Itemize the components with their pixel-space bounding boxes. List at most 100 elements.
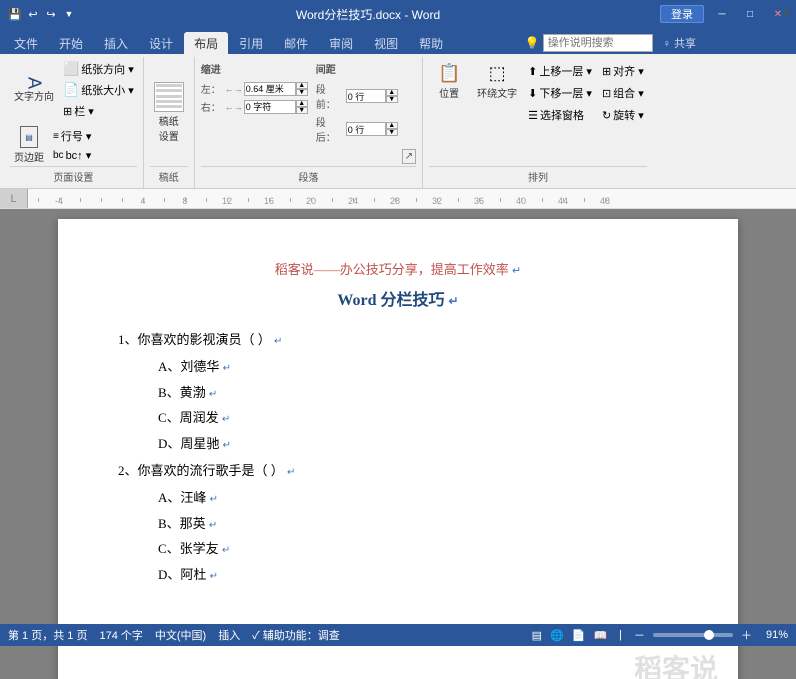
hyphenation-button[interactable]: bc bc↑ ▾ [50,147,94,164]
line-numbers-button[interactable]: ≡ 行号 ▾ [50,126,94,146]
columns-button[interactable]: ⊞ 栏 ▾ [60,101,137,121]
indent-left-down[interactable]: ▼ [296,89,308,96]
space-bottom-down[interactable]: ▼ [386,129,398,136]
tab-view[interactable]: 视图 [364,32,408,54]
login-button[interactable]: 登录 [660,5,704,23]
zoom-slider[interactable] [653,633,733,637]
rotate-button[interactable]: ↻ 旋转 ▾ [599,105,647,125]
indent-right-down[interactable]: ▼ [296,107,308,114]
tab-layout[interactable]: 布局 [184,32,228,54]
indent-left-input[interactable] [244,82,296,96]
ribbon-group-arrange: 📋 位置 ⬚ 环绕文字 ⬆ 上移一层 ▾ ⬇ 下移一层 ▾ ☰ [423,57,653,188]
bring-forward-button[interactable]: ⬆ 上移一层 ▾ [525,61,595,81]
tab-mailings[interactable]: 邮件 [274,32,318,54]
ribbon-group-template: 稿纸设置 稿纸 [144,57,195,188]
indent-right-up[interactable]: ▲ [296,100,308,107]
wrap-text-button[interactable]: ⬚ 环绕文字 [473,61,521,102]
view-web-icon[interactable]: 🌐 [550,629,564,642]
paper-size-button[interactable]: 📄 纸张大小 ▾ [60,80,137,100]
q2-opt-b-text: B、那英 [158,516,206,531]
send-backward-button[interactable]: ⬇ 下移一层 ▾ [525,83,595,103]
question-1-option-a: A、刘德华 ↵ [118,355,678,378]
spell-check-status: ✓ 辅助功能：调查 [252,627,340,643]
ribbon-tabs: 文件 开始 插入 设计 布局 引用 邮件 审阅 视图 帮助 💡 ♀ 共享 [0,28,796,54]
view-print-icon[interactable]: 📄 [572,629,586,642]
redo-icon[interactable]: ↪ [44,7,58,21]
page-margins-label: 页边距 [14,149,44,164]
position-label: 位置 [439,85,459,100]
indent-right-input[interactable] [244,100,296,114]
document-title: Word分栏技巧.docx - Word [76,6,660,23]
document-page: 稻客说——办公技巧分享，提高工作效率 ↵ Word 分栏技巧 ↵ 1、你喜欢的影… [58,219,738,679]
share-button[interactable]: ♀ 共享 [663,35,696,51]
question-2-mark: ↵ [287,467,295,478]
document-header-text: 稻客说——办公技巧分享，提高工作效率 [275,262,509,277]
align-button[interactable]: ⊞ 对齐 ▾ [599,61,647,81]
margins-button[interactable]: ⬜ 纸张方向 ▾ [60,59,137,79]
manuscript-settings-button[interactable]: 稿纸设置 [150,80,188,145]
question-2-option-a: A、汪峰 ↵ [118,486,678,509]
position-button[interactable]: 📋 位置 [429,61,469,102]
tab-home[interactable]: 开始 [49,32,93,54]
space-top-down[interactable]: ▼ [386,96,398,103]
q1-opt-b-text: B、黄渤 [158,385,206,400]
question-1-option-b: B、黄渤 ↵ [118,381,678,404]
question-2-text: 2、你喜欢的流行歌手是（ ） [118,463,284,478]
paragraph-expand-icon[interactable]: ↗ [402,149,416,164]
insert-mode: 插入 [218,627,240,643]
status-bar-right: ▤ 🌐 📄 📖 | － ＋ 91% [532,627,788,643]
view-read-icon[interactable]: 📖 [593,629,607,642]
align-label: 对齐 ▾ [613,63,644,79]
space-top-up[interactable]: ▲ [386,89,398,96]
word-count: 174 个字 [99,627,142,643]
space-bottom-up[interactable]: ▲ [386,122,398,129]
ribbon-group-page-setup: A 文字方向 ⬜ 纸张方向 ▾ 📄 纸张大小 ▾ ⊞ 栏 ▾ [4,57,144,188]
indent-left-label: 左： [201,81,223,96]
line-numbers-label: 行号 ▾ [61,128,92,144]
status-bar-left: 第 1 页，共 1 页 174 个字 中文(中国) 插入 ✓ 辅助功能：调查 [8,627,340,643]
zoom-thumb[interactable] [704,630,714,640]
ruler-inner: -44812162024283236404448 [28,189,796,208]
indent-right-label: 右： [201,99,223,114]
indent-left-up[interactable]: ▲ [296,82,308,89]
tab-review[interactable]: 审阅 [319,32,363,54]
customize-icon[interactable]: ▼ [62,7,76,21]
undo-icon[interactable]: ↩ [26,7,40,21]
ribbon-content: A 文字方向 ⬜ 纸张方向 ▾ 📄 纸张大小 ▾ ⊞ 栏 ▾ [0,54,796,189]
paragraph-mark: ↵ [512,265,521,277]
tab-design[interactable]: 设计 [139,32,183,54]
question-1-text: 1、你喜欢的影视演员（ ） [118,332,271,347]
paper-size-label: 纸张大小 ▾ [81,82,134,98]
tab-references[interactable]: 引用 [229,32,273,54]
paragraph-group-label: 段落 [201,166,416,186]
zoom-plus-button[interactable]: ＋ [741,627,752,643]
restore-button[interactable]: □ [740,7,760,21]
selection-pane-button[interactable]: ☰ 选择窗格 [525,105,595,125]
tab-insert[interactable]: 插入 [94,32,138,54]
zoom-level[interactable]: 91% [760,629,788,641]
ruler: L -44812162024283236404448 [0,189,796,209]
group-label: 组合 ▾ [613,85,644,101]
separator: | [619,629,622,641]
search-input[interactable] [543,34,653,52]
group-button[interactable]: ⊡ 组合 ▾ [599,83,647,103]
collapse-ribbon-button[interactable]: ∧ [782,4,792,21]
text-direction-button[interactable]: A 文字方向 [10,66,58,114]
zoom-minus-button[interactable]: － [634,627,645,643]
question-2: 2、你喜欢的流行歌手是（ ） ↵ [118,459,678,482]
selection-pane-icon: ☰ [528,109,538,122]
space-bottom-input[interactable] [346,122,386,136]
page-margins-button[interactable]: ▤ 页边距 [10,124,48,166]
question-2-option-b: B、那英 ↵ [118,512,678,535]
minimize-button[interactable]: ─ [712,7,732,21]
view-normal-icon[interactable]: ▤ [532,629,542,642]
tab-file[interactable]: 文件 [4,32,48,54]
space-top-input[interactable] [346,89,386,103]
doc-title-content: Word 分栏技巧 [337,292,444,309]
bring-forward-label: 上移一层 ▾ [539,63,592,79]
save-icon[interactable]: 💾 [8,7,22,21]
manuscript-label: 稿纸设置 [159,113,179,143]
tab-help[interactable]: 帮助 [409,32,453,54]
page-info: 第 1 页，共 1 页 [8,627,87,643]
template-group-label: 稿纸 [150,166,188,186]
